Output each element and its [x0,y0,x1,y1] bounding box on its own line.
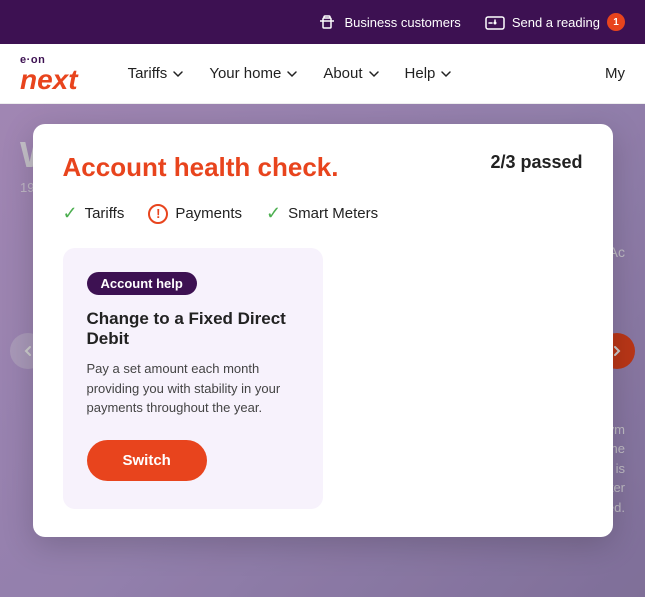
recommendation-card: Account help Change to a Fixed Direct De… [63,248,323,509]
checkmark-icon: ✓ [63,203,78,224]
briefcase-icon [317,12,337,32]
nav-your-home[interactable]: Your home [199,57,309,90]
nav-my[interactable]: My [605,65,625,82]
card-tag: Account help [87,272,197,295]
chevron-down-icon [285,67,299,81]
check-payments: ! Payments [148,204,242,224]
nav-help-label: Help [405,65,436,82]
chevron-down-icon [439,67,453,81]
check-smart-meters: ✓ Smart Meters [266,203,378,224]
top-bar: Business customers Send a reading 1 [0,0,645,44]
checkmark-icon: ✓ [266,203,281,224]
check-payments-label: Payments [175,205,242,222]
main-nav: e·on next Tariffs Your home About Help M… [0,44,645,104]
nav-tariffs-label: Tariffs [128,65,168,82]
logo: e·on next [20,54,78,94]
nav-tariffs[interactable]: Tariffs [118,57,196,90]
check-tariffs-label: Tariffs [85,205,125,222]
send-reading-link[interactable]: Send a reading 1 [485,12,625,32]
notification-badge: 1 [607,13,625,31]
warning-icon: ! [148,204,168,224]
chevron-down-icon [367,67,381,81]
check-tariffs: ✓ Tariffs [63,203,125,224]
nav-about[interactable]: About [313,57,390,90]
modal-title: Account health check. [63,152,339,183]
check-smart-meters-label: Smart Meters [288,205,378,222]
chevron-down-icon [171,67,185,81]
logo-next: next [20,66,78,94]
switch-button[interactable]: Switch [87,440,207,481]
modal-checks: ✓ Tariffs ! Payments ✓ Smart Meters [63,203,583,224]
meter-icon [485,12,505,32]
card-title: Change to a Fixed Direct Debit [87,309,299,349]
health-check-modal: Account health check. 2/3 passed ✓ Tarif… [33,124,613,537]
nav-items: Tariffs Your home About Help [118,57,605,90]
modal-overlay: Account health check. 2/3 passed ✓ Tarif… [0,104,645,597]
business-customers-label: Business customers [344,15,460,30]
send-reading-label: Send a reading [512,15,600,30]
modal-header: Account health check. 2/3 passed [63,152,583,183]
nav-your-home-label: Your home [209,65,281,82]
card-description: Pay a set amount each month providing yo… [87,359,299,418]
modal-passed: 2/3 passed [490,152,582,173]
nav-help[interactable]: Help [395,57,464,90]
nav-about-label: About [323,65,362,82]
business-customers-link[interactable]: Business customers [317,12,460,32]
